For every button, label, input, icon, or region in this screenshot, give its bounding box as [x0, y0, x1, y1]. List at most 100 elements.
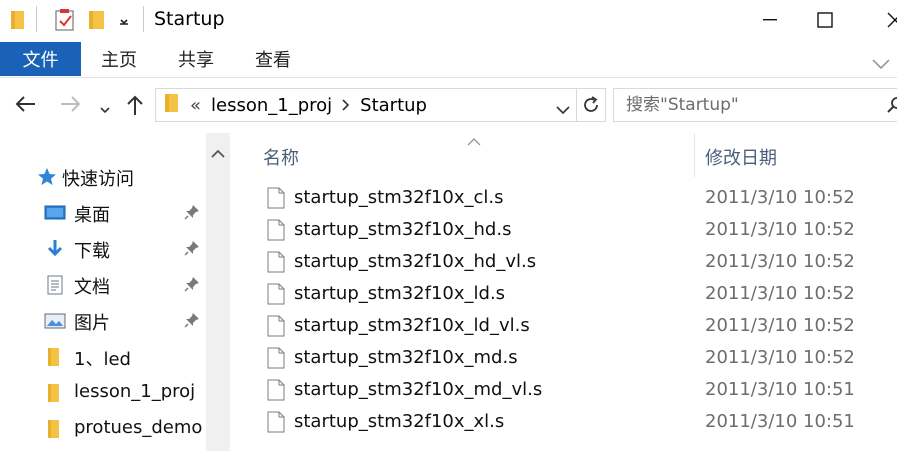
breadcrumb-separator-icon[interactable]: [342, 95, 350, 116]
file-row[interactable]: startup_stm32f10x_md_vl.s 2011/3/10 10:51: [231, 376, 897, 408]
document-icon: [44, 275, 66, 295]
desktop-icon: [44, 203, 66, 223]
search-input[interactable]: [624, 92, 878, 118]
file-name: startup_stm32f10x_xl.s: [294, 411, 505, 432]
file-modified-date: 2011/3/10 10:51: [705, 379, 855, 400]
sort-ascending-icon: [467, 131, 481, 150]
file-name: startup_stm32f10x_cl.s: [294, 187, 504, 208]
expand-ribbon-chevron-icon[interactable]: [872, 54, 890, 73]
customize-quick-access-chevron-icon[interactable]: [118, 14, 130, 33]
tab-view[interactable]: 查看: [255, 42, 291, 76]
file-name: startup_stm32f10x_ld.s: [294, 283, 506, 304]
folder-icon: [10, 9, 26, 35]
file-row[interactable]: startup_stm32f10x_hd.s 2011/3/10 10:52: [231, 216, 897, 248]
download-icon: [44, 239, 66, 259]
column-divider[interactable]: [694, 133, 695, 177]
back-arrow-icon[interactable]: [14, 95, 36, 117]
file-modified-date: 2011/3/10 10:51: [705, 411, 855, 432]
file-name: startup_stm32f10x_hd_vl.s: [294, 251, 537, 272]
quick-access-divider: [36, 6, 37, 32]
new-folder-icon[interactable]: [88, 9, 106, 35]
nav-item-desktop[interactable]: 桌面: [0, 196, 206, 230]
file-modified-date: 2011/3/10 10:52: [705, 347, 855, 368]
refresh-icon[interactable]: [581, 95, 601, 119]
address-divider: [576, 89, 577, 121]
nav-label-quick-access: 快速访问: [62, 169, 134, 190]
pin-icon[interactable]: [184, 240, 200, 260]
navigation-bar: « lesson_1_proj Startup: [0, 78, 897, 132]
file-icon: [267, 411, 285, 437]
pin-icon[interactable]: [184, 276, 200, 296]
file-modified-date: 2011/3/10 10:52: [705, 283, 855, 304]
minimize-button[interactable]: [740, 0, 800, 40]
properties-icon[interactable]: [54, 8, 76, 36]
nav-label: 图片: [74, 313, 110, 334]
nav-item-folder[interactable]: 1、led: [0, 340, 206, 374]
file-row[interactable]: startup_stm32f10x_hd_vl.s 2011/3/10 10:52: [231, 248, 897, 280]
file-name: startup_stm32f10x_md.s: [294, 347, 518, 368]
address-bar[interactable]: « lesson_1_proj Startup: [155, 88, 606, 122]
tab-file[interactable]: 文件: [0, 42, 81, 76]
file-row[interactable]: startup_stm32f10x_cl.s 2011/3/10 10:52: [231, 184, 897, 216]
breadcrumb-lesson-1-proj[interactable]: lesson_1_proj: [211, 95, 332, 116]
forward-arrow-icon[interactable]: [60, 95, 82, 117]
file-name: startup_stm32f10x_ld_vl.s: [294, 315, 530, 336]
folder-icon: [44, 347, 66, 367]
nav-item-documents[interactable]: 文档: [0, 268, 206, 302]
nav-item-quick-access[interactable]: 快速访问: [0, 160, 206, 194]
file-modified-date: 2011/3/10 10:52: [705, 219, 855, 240]
tab-home[interactable]: 主页: [101, 42, 137, 76]
search-box[interactable]: [613, 88, 897, 122]
nav-item-folder[interactable]: lesson_1_proj: [0, 376, 206, 410]
maximize-button[interactable]: [795, 0, 855, 40]
folder-icon: [164, 93, 180, 118]
recent-locations-chevron-icon[interactable]: [100, 100, 110, 119]
up-arrow-icon[interactable]: [125, 94, 145, 120]
address-history-chevron-icon[interactable]: [556, 100, 570, 119]
nav-item-folder[interactable]: protues_demo: [0, 412, 206, 446]
title-divider: [143, 6, 144, 32]
nav-label: 文档: [74, 277, 110, 298]
file-icon: [267, 315, 285, 341]
window-title: Startup: [154, 8, 225, 30]
file-name: startup_stm32f10x_md_vl.s: [294, 379, 543, 400]
scroll-up-icon[interactable]: [211, 143, 225, 162]
nav-label: 桌面: [74, 205, 110, 226]
file-name: startup_stm32f10x_hd.s: [294, 219, 512, 240]
file-icon: [267, 347, 285, 373]
file-modified-date: 2011/3/10 10:52: [705, 251, 855, 272]
pin-icon[interactable]: [184, 204, 200, 224]
file-icon: [267, 283, 285, 309]
close-button[interactable]: [865, 0, 897, 40]
nav-label: 1、led: [74, 349, 131, 370]
file-icon: [267, 187, 285, 213]
nav-item-downloads[interactable]: 下载: [0, 232, 206, 266]
pictures-icon: [44, 311, 66, 331]
file-row[interactable]: startup_stm32f10x_xl.s 2011/3/10 10:51: [231, 408, 897, 440]
nav-item-pictures[interactable]: 图片: [0, 304, 206, 338]
nav-label: protues_demo: [74, 417, 203, 438]
tab-share[interactable]: 共享: [178, 42, 214, 76]
nav-pane-scrollbar[interactable]: [206, 133, 230, 451]
breadcrumb-startup[interactable]: Startup: [360, 95, 427, 116]
file-row[interactable]: startup_stm32f10x_md.s 2011/3/10 10:52: [231, 344, 897, 376]
file-row[interactable]: startup_stm32f10x_ld_vl.s 2011/3/10 10:52: [231, 312, 897, 344]
nav-label: lesson_1_proj: [74, 381, 196, 402]
file-modified-date: 2011/3/10 10:52: [705, 187, 855, 208]
file-row[interactable]: startup_stm32f10x_ld.s 2011/3/10 10:52: [231, 280, 897, 312]
column-header-name[interactable]: 名称: [263, 144, 299, 170]
folder-icon: [44, 383, 66, 403]
file-list: 名称 修改日期 startup_stm32f10x_cl.s 2011/3/10 …: [231, 133, 897, 451]
address-overflow-indicator[interactable]: «: [190, 95, 201, 116]
column-header-modified[interactable]: 修改日期: [705, 144, 777, 170]
file-icon: [267, 219, 285, 245]
file-modified-date: 2011/3/10 10:52: [705, 315, 855, 336]
star-icon: [37, 167, 57, 191]
navigation-pane: 快速访问 桌面 下载 文档 图片 1、led lesson_1_proj pro…: [0, 133, 230, 451]
file-icon: [267, 251, 285, 277]
pin-icon[interactable]: [184, 312, 200, 332]
file-icon: [267, 379, 285, 405]
nav-label: 下载: [74, 241, 110, 262]
search-icon[interactable]: [886, 96, 897, 118]
ribbon-tabs: 文件 主页 共享 查看: [0, 40, 897, 78]
